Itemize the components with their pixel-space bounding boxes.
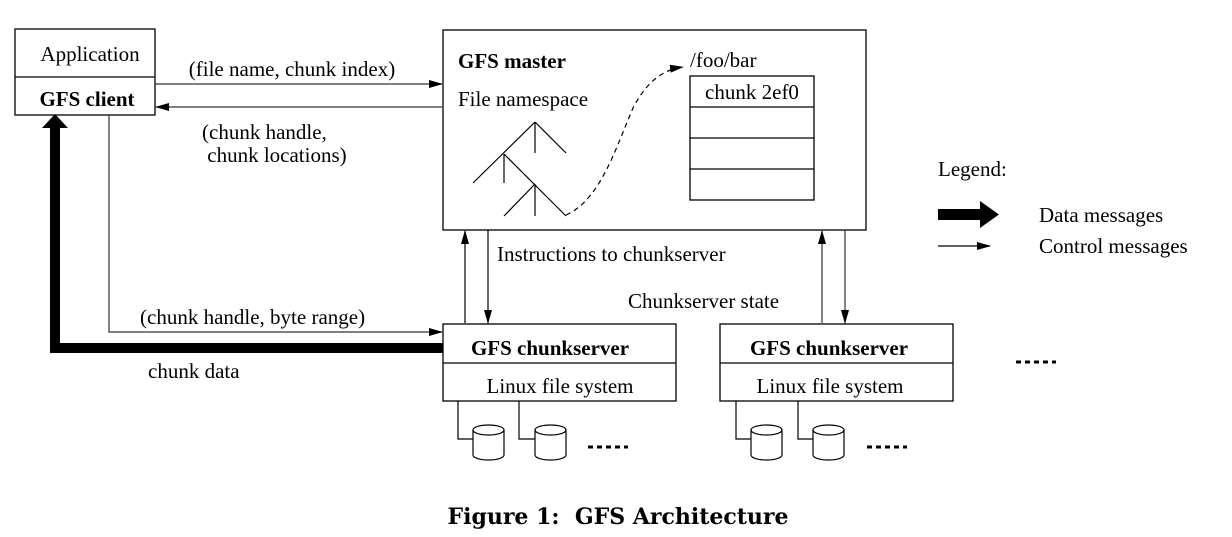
master-title: GFS master	[458, 49, 566, 73]
disk-icon	[812, 424, 845, 461]
chunkserver-2: GFS chunkserver Linux file system	[719, 323, 954, 461]
client-box: Application GFS client	[14, 28, 156, 116]
instructions-label: Instructions to chunkserver	[497, 242, 726, 266]
chunkserver-1: GFS chunkserver Linux file system	[442, 323, 677, 461]
disk-connector	[797, 401, 813, 440]
legend-title: Legend:	[938, 157, 1007, 181]
legend-data-label: Data messages	[1039, 203, 1163, 227]
figure-caption: Figure 1: GFS Architecture	[447, 504, 788, 530]
linux-fs-label: Linux file system	[757, 374, 904, 398]
reply-label-line2: chunk locations)	[202, 143, 347, 167]
disk-connector	[735, 401, 751, 440]
data-message-arrow-icon	[938, 201, 999, 228]
legend: Legend: Data messages Control messages	[938, 157, 1188, 258]
disk-connector	[457, 401, 473, 440]
disk-icon	[534, 424, 567, 461]
chunk-table: chunk 2ef0	[689, 75, 815, 201]
chunkserver-title: GFS chunkserver	[750, 336, 908, 360]
gfs-client-label: GFS client	[39, 87, 134, 111]
chunk-data-label: chunk data	[148, 359, 240, 383]
disk-icon	[750, 424, 783, 461]
master-box: GFS master File namespace /foo/bar chunk…	[442, 29, 867, 231]
chunk-table-row: chunk 2ef0	[705, 80, 799, 104]
namespace-label: File namespace	[458, 87, 588, 111]
file-path-label: /foo/bar	[690, 48, 756, 72]
disk-icon	[472, 424, 505, 461]
gfs-architecture-diagram: Application GFS client GFS master File n…	[14, 28, 1188, 530]
application-label: Application	[40, 42, 140, 66]
request-label: (file name, chunk index)	[189, 57, 395, 81]
disk-connector	[518, 401, 535, 440]
linux-fs-label: Linux file system	[487, 374, 634, 398]
state-label: Chunkserver state	[628, 289, 779, 313]
legend-control-label: Control messages	[1039, 234, 1188, 258]
reply-label-line1: (chunk handle,	[202, 120, 327, 144]
data-request-label: (chunk handle, byte range)	[140, 305, 365, 329]
chunkserver-title: GFS chunkserver	[471, 336, 629, 360]
